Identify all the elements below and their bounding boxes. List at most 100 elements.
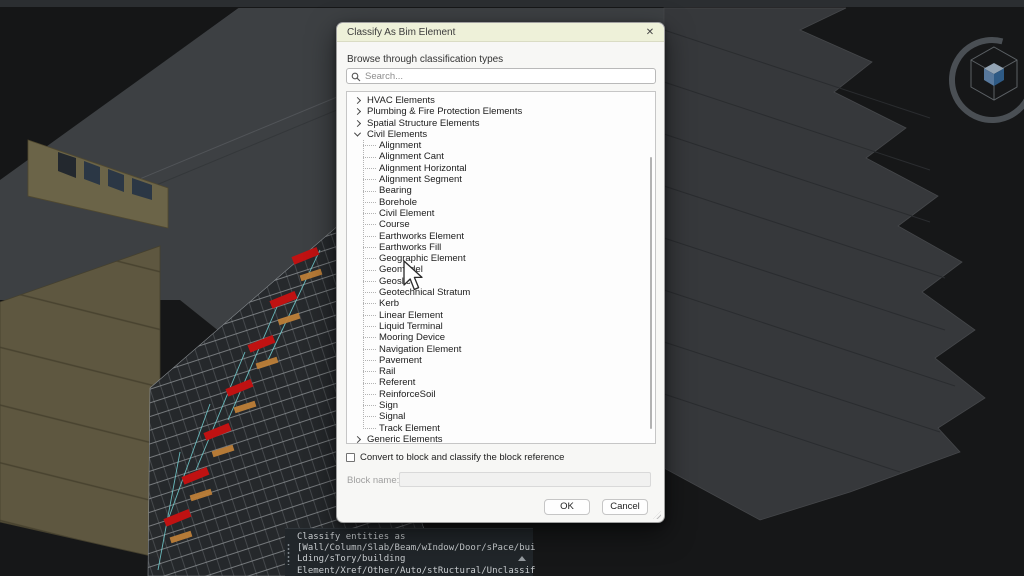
tree-item-label: Kerb [379,298,399,309]
tree-connector-icon [363,315,376,316]
block-name-input[interactable] [399,472,651,487]
tree-item[interactable]: Liquid Terminal [349,321,643,332]
tree-item[interactable]: Mooring Device [349,332,643,343]
tree-item[interactable]: Generic Elements [349,434,643,444]
tree-item[interactable]: Geomodel [349,264,643,275]
tree-item[interactable]: Spatial Structure Elements [349,118,643,129]
tree-connector-icon [363,157,376,158]
dialog-subtitle: Browse through classification types [347,54,503,65]
tree-item[interactable]: Track Element [349,423,643,434]
tree-connector-icon [363,213,376,214]
cancel-button[interactable]: Cancel [602,499,648,515]
classification-tree[interactable]: HVAC ElementsPlumbing & Fire Protection … [346,91,656,444]
dialog-titlebar[interactable]: Classify As Bim Element ✕ [337,23,664,42]
tree-item[interactable]: Geographic Element [349,253,643,264]
cube-core-icon [984,63,1004,86]
tree-connector-icon [363,349,376,350]
tree-item[interactable]: Alignment [349,140,643,151]
tree-connector-icon [363,145,376,146]
chevron-right-icon[interactable] [354,436,361,443]
tree-item[interactable]: HVAC Elements [349,95,643,106]
tree-item[interactable]: Civil Elements [349,129,643,140]
tree-item[interactable]: Rail [349,366,643,377]
tree-item[interactable]: Civil Element [349,208,643,219]
tree-item[interactable]: ReinforceSoil [349,389,643,400]
tree-item[interactable]: Alignment Cant [349,151,643,162]
chevron-right-icon[interactable] [354,108,361,115]
tree-connector-icon [363,247,376,248]
tree-connector-icon [363,405,376,406]
tree-item-label: Alignment Cant [379,151,444,162]
tree-connector-icon [363,258,376,259]
tree-item-label: Navigation Element [379,344,461,355]
tree-item[interactable]: Referent [349,377,643,388]
tree-item[interactable]: Borehole [349,197,643,208]
tree-item[interactable]: Kerb [349,298,643,309]
tree-item[interactable]: Bearing [349,185,643,196]
tree-item[interactable]: Navigation Element [349,344,643,355]
tree-item-label: Linear Element [379,310,443,321]
panel-grip-icon[interactable] [287,543,290,565]
resize-grip[interactable] [653,511,661,519]
tree-connector-icon [363,292,376,293]
tree-item-label: Generic Elements [367,434,443,444]
tree-connector-icon [363,224,376,225]
search-input[interactable] [365,69,651,83]
tree-item[interactable]: Earthworks Fill [349,242,643,253]
convert-to-block-label: Convert to block and classify the block … [360,452,564,463]
search-box[interactable] [346,68,656,84]
tree-item[interactable]: Earthworks Element [349,231,643,242]
tree-children: AlignmentAlignment CantAlignment Horizon… [349,140,643,434]
tree-item[interactable]: Geoslice [349,276,643,287]
scroll-up-icon[interactable] [518,556,526,561]
tree-item-label: Mooring Device [379,332,445,343]
tree-item-label: Alignment [379,140,421,151]
tree-item[interactable]: Course [349,219,643,230]
command-line-history: Classify entities as[Wall/Column/Slab/Be… [297,532,519,576]
dialog-title: Classify As Bim Element [347,27,455,38]
tree-item-label: Civil Elements [367,129,427,140]
mouse-cursor-icon [402,260,426,294]
tree-item-label: Civil Element [379,208,434,219]
classify-bim-element-dialog: Classify As Bim Element ✕ Browse through… [336,22,665,523]
tree-item[interactable]: Sign [349,400,643,411]
ok-button[interactable]: OK [544,499,590,515]
tree-item-label: Referent [379,377,415,388]
tree-item[interactable]: Linear Element [349,310,643,321]
tree-item[interactable]: Signal [349,411,643,422]
tree-connector-icon [363,416,376,417]
chevron-right-icon[interactable] [354,120,361,127]
tree-item-label: Signal [379,411,405,422]
view-cube[interactable] [952,40,1024,120]
tree-item-label: Track Element [379,423,440,434]
chevron-down-icon[interactable] [354,130,361,137]
close-icon[interactable]: ✕ [642,25,658,40]
tree-item-label: ReinforceSoil [379,389,436,400]
tree-item[interactable]: Alignment Horizontal [349,163,643,174]
tree-item[interactable]: Plumbing & Fire Protection Elements [349,106,643,117]
tree-connector-icon [363,360,376,361]
tree-connector-icon [363,179,376,180]
tree-item[interactable]: Geotechnical Stratum [349,287,643,298]
tree-item-label: Alignment Horizontal [379,163,467,174]
command-line-text: Element/Xref/Other/Auto/stRuctural/Uncla… [297,566,519,576]
tree-item[interactable]: Alignment Segment [349,174,643,185]
tree-connector-icon [363,168,376,169]
tree-scrollbar-thumb[interactable] [650,157,652,429]
chevron-right-icon[interactable] [354,97,361,104]
tree-item[interactable]: Pavement [349,355,643,366]
tree-item-label: Alignment Segment [379,174,462,185]
tree-connector-icon [363,326,376,327]
tree-item-label: Liquid Terminal [379,321,443,332]
convert-to-block-checkbox[interactable] [346,453,355,462]
tree-item-label: Earthworks Element [379,231,464,242]
command-line-text: Classify entities as [297,532,519,543]
tree-item-label: Rail [379,366,395,377]
tree-item-label: Plumbing & Fire Protection Elements [367,106,522,117]
tree-item-label: Earthworks Fill [379,242,441,253]
command-line-panel[interactable]: Classify entities as[Wall/Column/Slab/Be… [285,528,533,576]
command-line-text: Lding/sTory/building [297,554,519,565]
tree-connector-icon [363,270,376,271]
tree-item-label: Pavement [379,355,422,366]
tree-connector-icon [363,202,376,203]
